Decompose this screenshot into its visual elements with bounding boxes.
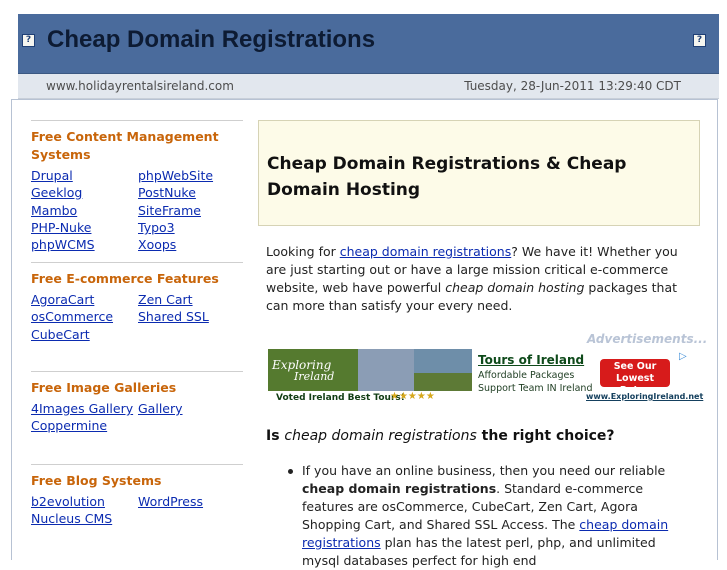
ad-image[interactable]: Exploring Ireland [268, 349, 472, 391]
sidebar-section-galleries: Free Image Galleries 4Images Gallery Gal… [31, 371, 243, 464]
intro-text: Looking for [266, 244, 340, 259]
headline-box: Cheap Domain Registrations & Cheap Domai… [258, 120, 700, 226]
ad-brand-line2: Ireland [294, 370, 335, 383]
intro-link[interactable]: cheap domain registrations [340, 244, 511, 259]
adchoices-icon[interactable]: ▷ [679, 351, 687, 362]
ad-line: Affordable Packages [478, 370, 575, 381]
site-title: Cheap Domain Registrations [47, 26, 376, 53]
sidebar-link-typo3[interactable]: Typo3 [138, 220, 175, 235]
ad-stars: ★★★★★ [390, 391, 435, 402]
sidebar-section-title: Free Image Galleries [31, 380, 177, 395]
ad-line: Support Team IN Ireland [478, 383, 593, 394]
ad-banner[interactable]: Exploring Ireland Voted Ireland Best Tour… [268, 349, 703, 406]
heading-text: Is [266, 428, 285, 444]
list-item: If you have an online business, then you… [285, 462, 697, 570]
feature-list: If you have an online business, then you… [285, 462, 697, 570]
sidebar-link-oscommerce[interactable]: osCommerce [31, 309, 113, 324]
ad-title-link[interactable]: Tours of Ireland [478, 353, 584, 367]
intro-paragraph: Looking for cheap domain registrations? … [266, 243, 698, 315]
sidebar-link-wordpress[interactable]: WordPress [138, 494, 203, 509]
site-header: ? Cheap Domain Registrations ? [18, 14, 719, 74]
sidebar-section-blogs: Free Blog Systems b2evolution WordPress … [31, 464, 243, 552]
sidebar-section-title: Free Content Management Systems [31, 129, 219, 162]
sidebar-link-zencart[interactable]: Zen Cart [138, 292, 193, 307]
sidebar-link-gallery[interactable]: Gallery [138, 401, 183, 416]
sidebar-link-cubecart[interactable]: CubeCart [31, 327, 90, 342]
section-heading: Is cheap domain registrations the right … [266, 428, 615, 444]
ad-rates-button[interactable]: See Our Lowest Rates [600, 359, 670, 396]
list-bold: cheap domain registrations [302, 481, 497, 496]
sidebar-section-ecommerce: Free E-commerce Features AgoraCart Zen C… [31, 262, 243, 371]
sidebar-link-shared-ssl[interactable]: Shared SSL [138, 309, 209, 324]
sidebar-link-coppermine[interactable]: Coppermine [31, 418, 107, 433]
help-icon-right[interactable]: ? [693, 34, 706, 47]
sidebar-section-title: Free E-commerce Features [31, 271, 219, 286]
sidebar-link-b2evolution[interactable]: b2evolution [31, 494, 105, 509]
list-text: If you have an online business, then you… [302, 463, 666, 478]
sidebar-link-xoops[interactable]: Xoops [138, 237, 176, 252]
sidebar-link-agoracart[interactable]: AgoraCart [31, 292, 94, 307]
sidebar-link-postnuke[interactable]: PostNuke [138, 185, 196, 200]
info-bar: www.holidayrentalsireland.com Tuesday, 2… [18, 74, 719, 99]
page-headline: Cheap Domain Registrations & Cheap Domai… [267, 154, 627, 200]
ad-url-link[interactable]: www.ExploringIreland.net [586, 392, 703, 401]
sidebar-section-cms: Free Content Management Systems Drupal p… [31, 120, 243, 262]
sidebar-link-drupal[interactable]: Drupal [31, 168, 73, 183]
sidebar-link-geeklog[interactable]: Geeklog [31, 185, 82, 200]
heading-text: the right choice? [476, 428, 615, 444]
sidebar-link-phpnuke[interactable]: PHP-Nuke [31, 220, 91, 235]
sidebar-link-siteframe[interactable]: SiteFrame [138, 203, 201, 218]
sidebar-link-phpwcms[interactable]: phpWCMS [31, 237, 95, 252]
sidebar: Free Content Management Systems Drupal p… [31, 120, 243, 552]
ad-brand-logo: Exploring Ireland [272, 359, 334, 383]
sidebar-section-title: Free Blog Systems [31, 473, 162, 488]
sidebar-link-mambo[interactable]: Mambo [31, 203, 77, 218]
current-datetime: Tuesday, 28-Jun-2011 13:29:40 CDT [464, 79, 681, 93]
help-icon[interactable]: ? [22, 34, 35, 47]
site-url: www.holidayrentalsireland.com [46, 79, 234, 93]
sidebar-link-phpwebsite[interactable]: phpWebSite [138, 168, 213, 183]
heading-emphasis: cheap domain registrations [284, 428, 477, 444]
sidebar-link-nucleus[interactable]: Nucleus CMS [31, 511, 112, 526]
sidebar-link-4images[interactable]: 4Images Gallery [31, 401, 133, 416]
intro-emphasis: cheap domain hosting [445, 280, 585, 295]
ads-label: Advertisements... [587, 332, 708, 346]
ad-voted-text: Voted Ireland Best Tours! [276, 393, 405, 403]
